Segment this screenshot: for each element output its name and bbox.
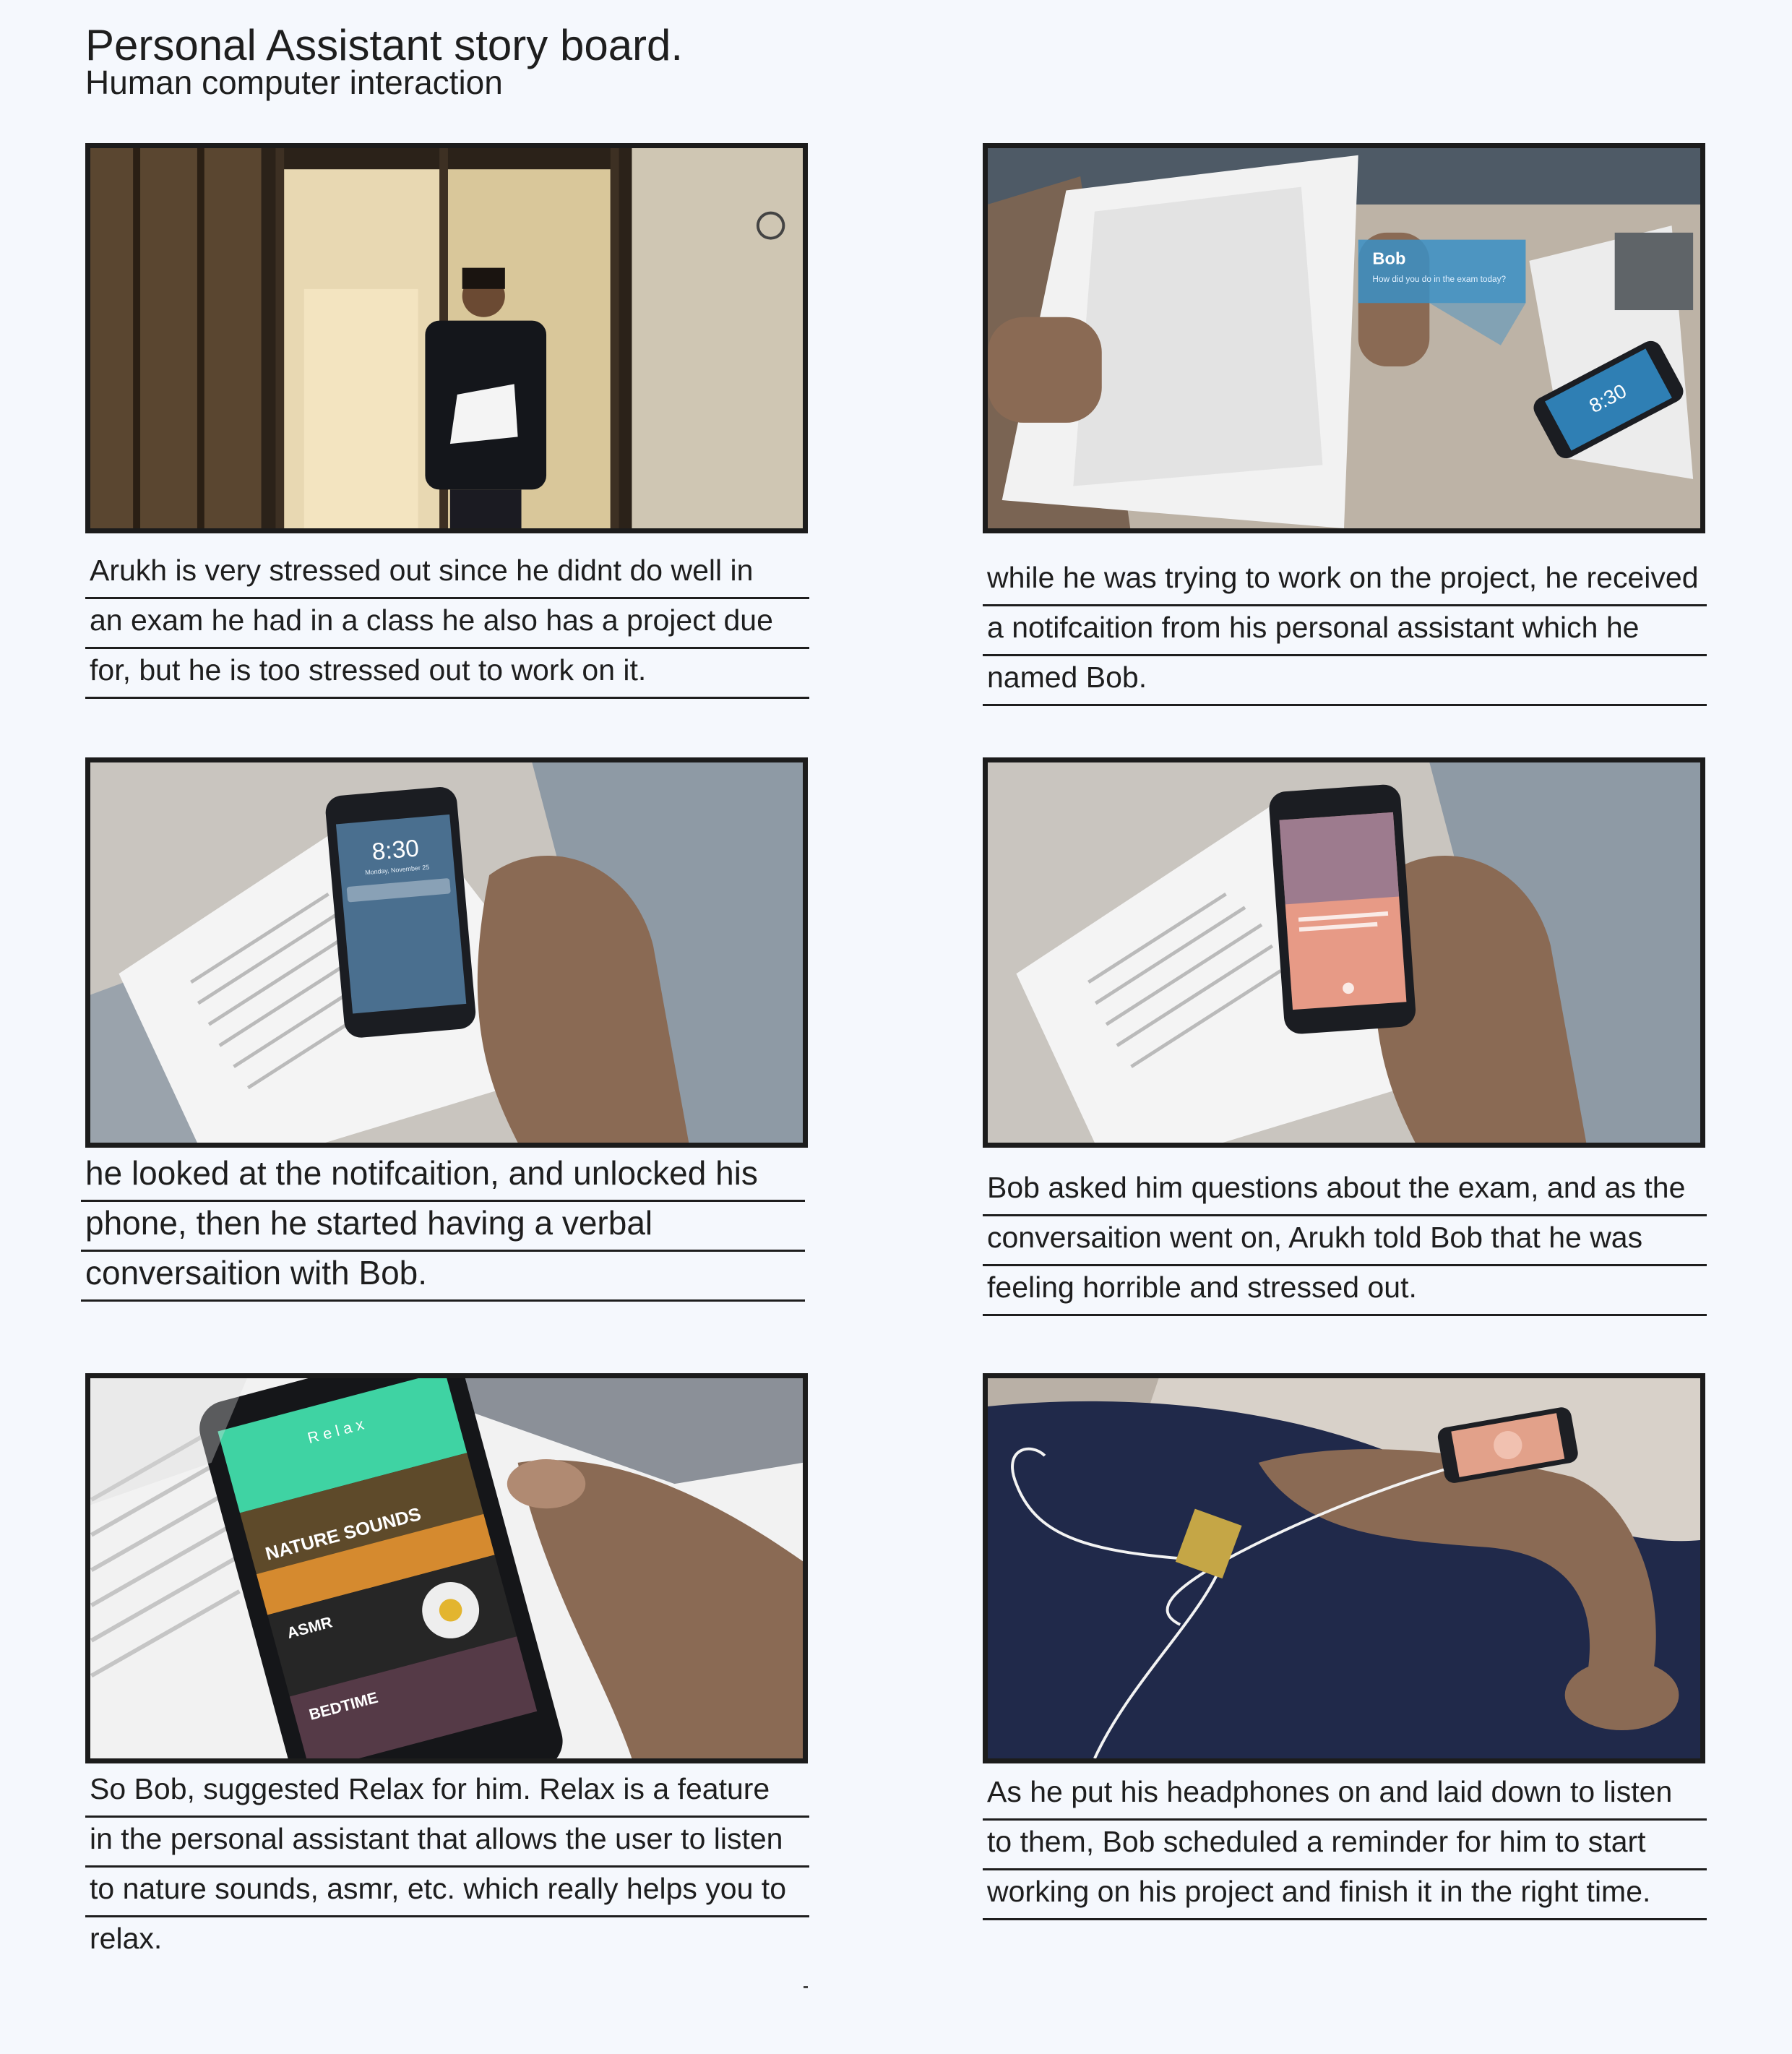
caption-line: conversaition with Bob. xyxy=(81,1252,805,1302)
caption-line: Bob asked him questions about the exam, … xyxy=(983,1166,1707,1216)
caption-2: while he was trying to work on the proje… xyxy=(983,557,1707,706)
caption-5: So Bob, suggested Relax for him. Relax i… xyxy=(85,1768,809,1967)
storyboard-image-5: R e l a x NATURE SOUNDS ASMR BEDTIME xyxy=(85,1373,808,1763)
storyboard-image-3: 8:30 Monday, November 25 xyxy=(85,757,808,1148)
caption-line: feeling horrible and stressed out. xyxy=(983,1266,1707,1316)
caption-line: working on his project and finish it in … xyxy=(983,1870,1707,1920)
caption-line: to nature sounds, asmr, etc. which reall… xyxy=(85,1868,809,1917)
caption-3: he looked at the notifcaition, and unloc… xyxy=(81,1152,805,1302)
storyboard-image-4 xyxy=(983,757,1705,1148)
caption-line: named Bob. xyxy=(983,656,1707,706)
caption-line: So Bob, suggested Relax for him. Relax i… xyxy=(85,1768,809,1818)
caption-line: relax. xyxy=(90,1922,163,1955)
caption-1: Arukh is very stressed out since he didn… xyxy=(85,549,809,699)
stray-mark xyxy=(804,1986,808,1988)
notification-photo: Bob How did you do in the exam today? 8:… xyxy=(988,148,1700,528)
caption-line: Arukh is very stressed out since he didn… xyxy=(85,549,809,599)
caption-line: for, but he is too stressed out to work … xyxy=(85,649,809,699)
unlock-phone-photo: 8:30 Monday, November 25 xyxy=(90,762,803,1143)
storyboard-image-6 xyxy=(983,1373,1705,1763)
caption-line: conversaition went on, Arukh told Bob th… xyxy=(983,1216,1707,1266)
storyboard-image-1 xyxy=(85,143,808,533)
caption-line: in the personal assistant that allows th… xyxy=(85,1818,809,1868)
caption-line: he looked at the notifcaition, and unloc… xyxy=(81,1152,805,1202)
caption-4: Bob asked him questions about the exam, … xyxy=(983,1166,1707,1316)
hallway-photo xyxy=(90,148,803,528)
caption-line: a notifcaition from his personal assista… xyxy=(983,606,1707,656)
caption-line: an exam he had in a class he also has a … xyxy=(85,599,809,649)
relax-app-photo: R e l a x NATURE SOUNDS ASMR BEDTIME xyxy=(90,1378,803,1758)
storyboard-image-2: Bob How did you do in the exam today? 8:… xyxy=(983,143,1705,533)
caption-line: As he put his headphones on and laid dow… xyxy=(983,1771,1707,1821)
phone-time: 8:30 xyxy=(371,835,420,866)
caption-line: to them, Bob scheduled a reminder for hi… xyxy=(983,1821,1707,1870)
caption-line: while he was trying to work on the proje… xyxy=(983,557,1707,606)
headphones-photo xyxy=(988,1378,1700,1758)
caption-6: As he put his headphones on and laid dow… xyxy=(983,1771,1707,1920)
page-subtitle: Human computer interaction xyxy=(85,64,503,101)
voice-conversation-photo xyxy=(988,762,1700,1143)
caption-line: phone, then he started having a verbal xyxy=(81,1202,805,1252)
notification-title: Bob xyxy=(1372,249,1405,268)
notification-text: How did you do in the exam today? xyxy=(1372,275,1506,284)
